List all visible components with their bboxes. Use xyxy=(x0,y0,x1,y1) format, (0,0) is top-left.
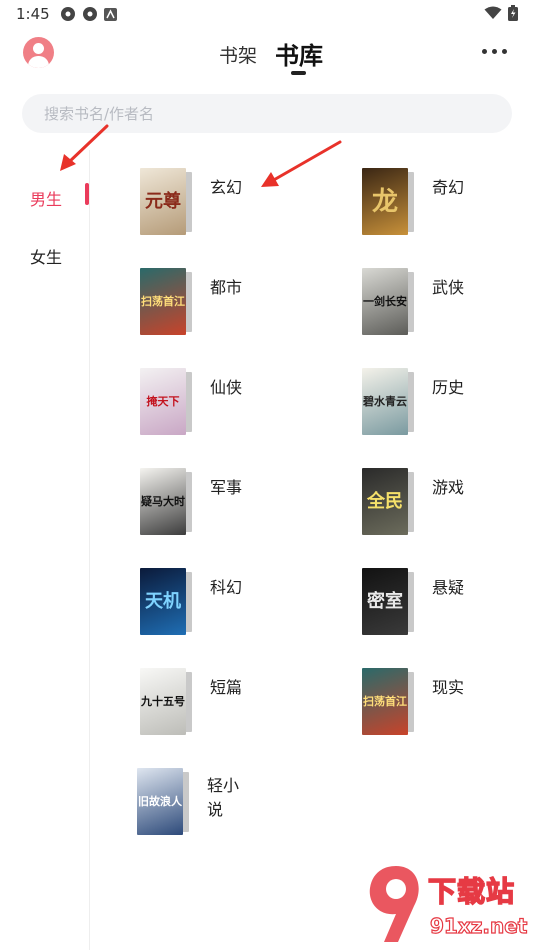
annotation-arrow-icon xyxy=(261,140,342,187)
watermark-url: 91xz.net xyxy=(429,913,528,938)
site-watermark: 下载站 91xz.net xyxy=(366,862,534,950)
watermark-logo-icon xyxy=(369,866,419,942)
annotation-arrows xyxy=(60,124,342,187)
annotation-arrow-icon xyxy=(60,124,109,171)
watermark-title: 下载站 xyxy=(427,874,516,909)
